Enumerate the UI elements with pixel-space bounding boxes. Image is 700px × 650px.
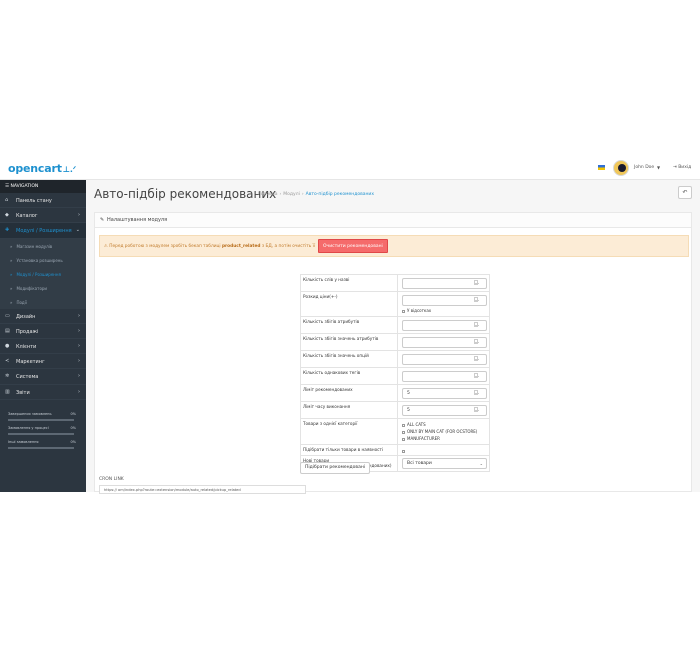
row-words-in-name: Кількість слів у назві	[301, 275, 489, 292]
in-stock-checkbox[interactable]	[402, 448, 407, 453]
row-in-stock: Підібрати тільки товари в наявності	[301, 445, 489, 456]
app-window: opencart⊥.ᐟ John Doe ▼ ⇥ Вихід ☰ NAVIGAT…	[0, 157, 700, 492]
sidebar-item-marketing[interactable]: ≺ Маркетинг ›	[0, 354, 86, 370]
sidebar-subitem-events[interactable]: Події	[0, 294, 86, 309]
progress-bar	[8, 447, 74, 449]
clear-recommended-button[interactable]: Очистити рекомендовані	[318, 239, 388, 253]
puzzle-icon: ✚	[5, 227, 10, 234]
logout-link[interactable]: ⇥ Вихід	[673, 165, 691, 170]
order-stats: Завершених замовлень 0% Замовлення у про…	[6, 412, 78, 454]
backup-warning-alert: ⚠ Перед роботою з модулем зробіть бекап …	[99, 235, 689, 257]
pick-recommended-button[interactable]: Підібрати рекомендовані	[300, 462, 370, 474]
chevron-right-icon: ›	[78, 358, 80, 365]
stepper-icon[interactable]	[474, 339, 479, 344]
chevron-down-icon: ⌄	[75, 227, 80, 234]
sidebar-item-extensions[interactable]: ✚ Модулі / Розширення ⌄	[0, 223, 86, 239]
dashboard-icon: ⌂	[5, 197, 9, 203]
option-manufacturer[interactable]: MANUFACTURER	[402, 436, 440, 441]
row-recommended-limit: Ліміт рекомендованих 5	[301, 385, 489, 402]
cron-link-label: CRON LINK	[99, 477, 124, 482]
breadcrumb-modules[interactable]: Модулі	[283, 192, 300, 197]
cron-link-field[interactable]: https:// om/index.php?route=extension/mo…	[99, 485, 306, 494]
sidebar-subitem-module-store[interactable]: Магазин модулів	[0, 238, 86, 253]
stepper-icon[interactable]	[474, 390, 479, 395]
chevron-right-icon: ›	[78, 312, 80, 319]
row-option-value-matches: Кількість збігів значень опцій	[301, 351, 489, 368]
navigation-header: ☰ NAVIGATION	[0, 180, 86, 193]
stepper-icon[interactable]	[474, 280, 479, 285]
option-all-cats[interactable]: ALL CATS	[402, 422, 426, 427]
chevron-right-icon: ›	[78, 327, 80, 334]
chevron-right-icon: ›	[78, 342, 80, 349]
cart-icon: ▤	[5, 327, 10, 334]
checkbox-icon[interactable]	[402, 309, 405, 313]
settings-form: Кількість слів у назві Розкид ціни(+-) У…	[300, 274, 490, 472]
stat-processing-orders: Замовлення у процесі 0%	[6, 426, 78, 440]
breadcrumb-current[interactable]: Авто-підбір рекомендованих	[306, 192, 374, 197]
row-attribute-value-matches: Кількість збігів значень атрибутів	[301, 334, 489, 351]
checkbox-icon[interactable]	[402, 430, 405, 434]
opencart-logo[interactable]: opencart⊥.ᐟ	[8, 162, 76, 175]
cog-icon: ✲	[5, 373, 10, 380]
sidebar-item-catalog[interactable]: ◆ Каталог ›	[0, 208, 86, 224]
settings-panel: ✎ Налаштування модуля ⚠ Перед роботою з м…	[94, 212, 692, 492]
breadcrumb-home[interactable]: Головна	[258, 192, 277, 197]
stepper-icon[interactable]	[474, 322, 479, 327]
sidebar-item-system[interactable]: ✲ Система ›	[0, 369, 86, 385]
progress-bar	[8, 433, 74, 435]
avatar[interactable]	[613, 160, 629, 176]
reply-icon: ↶	[682, 189, 688, 196]
main-content: Авто-підбір рекомендованих Головна › Модул…	[86, 180, 700, 492]
chevron-right-icon: ›	[78, 373, 80, 380]
row-attribute-matches: Кількість збігів атрибутів	[301, 317, 489, 334]
chevron-right-icon: ›	[78, 388, 80, 395]
bar-chart-icon: ▥	[5, 388, 10, 395]
new-products-select[interactable]: Всі товари ⌄	[402, 458, 487, 469]
sidebar: ☰ NAVIGATION ⌂ Панель стану ◆ Каталог › …	[0, 180, 86, 492]
tag-icon: ◆	[5, 212, 9, 219]
row-same-category: Товари з однієї категорії ALL CATS ONLY …	[301, 419, 489, 445]
chevron-down-icon: ⌄	[479, 461, 483, 466]
row-price-spread: Розкид ціни(+-) У відсотках	[301, 292, 489, 317]
sidebar-item-reports[interactable]: ▥ Звіти ›	[0, 385, 86, 400]
back-button[interactable]: ↶	[678, 186, 692, 199]
ukraine-flag-icon[interactable]	[598, 165, 605, 170]
sidebar-item-dashboard[interactable]: ⌂ Панель стану	[0, 193, 86, 209]
sidebar-subitem-modifications[interactable]: Модифікатори	[0, 280, 86, 295]
sidebar-item-design[interactable]: ▭ Дизайн ›	[0, 309, 86, 324]
stat-completed-orders: Завершених замовлень 0%	[6, 412, 78, 426]
sidebar-item-customers[interactable]: ● Клієнти ›	[0, 339, 86, 355]
stepper-icon[interactable]	[474, 356, 479, 361]
percent-checkbox[interactable]: У відсотках	[402, 308, 431, 313]
sidebar-item-sales[interactable]: ▤ Продажі ›	[0, 324, 86, 339]
stepper-icon[interactable]	[474, 407, 479, 412]
monitor-icon: ▭	[5, 312, 10, 319]
cart-logo-icon: ⊥.ᐟ	[62, 165, 76, 174]
stepper-icon[interactable]	[474, 373, 479, 378]
share-icon: ≺	[5, 358, 10, 365]
stepper-icon[interactable]	[474, 297, 479, 302]
pencil-icon: ✎	[100, 217, 105, 223]
chevron-down-icon[interactable]: ▼	[657, 165, 660, 170]
stat-other-orders: Інші замовлення 0%	[6, 440, 78, 454]
top-header: opencart⊥.ᐟ John Doe ▼ ⇥ Вихід	[0, 157, 700, 180]
page-title: Авто-підбір рекомендованих	[94, 187, 277, 201]
row-same-tags: Кількість однакових тегів	[301, 368, 489, 385]
row-time-limit: Ліміт часу виконання 5	[301, 402, 489, 419]
user-icon: ●	[5, 342, 10, 349]
checkbox-icon[interactable]	[402, 437, 405, 441]
chevron-right-icon: ›	[78, 212, 80, 219]
checkbox-icon[interactable]	[402, 449, 405, 453]
progress-bar	[8, 419, 74, 421]
sidebar-subitem-installer[interactable]: Установка розширень	[0, 252, 86, 267]
sidebar-subitem-modules[interactable]: Модулі / Розширення	[0, 266, 86, 281]
breadcrumb: Головна › Модулі › Авто-підбір рекомендовани…	[258, 192, 375, 197]
user-name[interactable]: John Doe	[634, 165, 654, 170]
checkbox-icon[interactable]	[402, 423, 405, 427]
option-main-cat[interactable]: ONLY BY MAIN CAT (FOR OCSTORE)	[402, 429, 477, 434]
panel-header: ✎ Налаштування модуля	[95, 213, 691, 228]
